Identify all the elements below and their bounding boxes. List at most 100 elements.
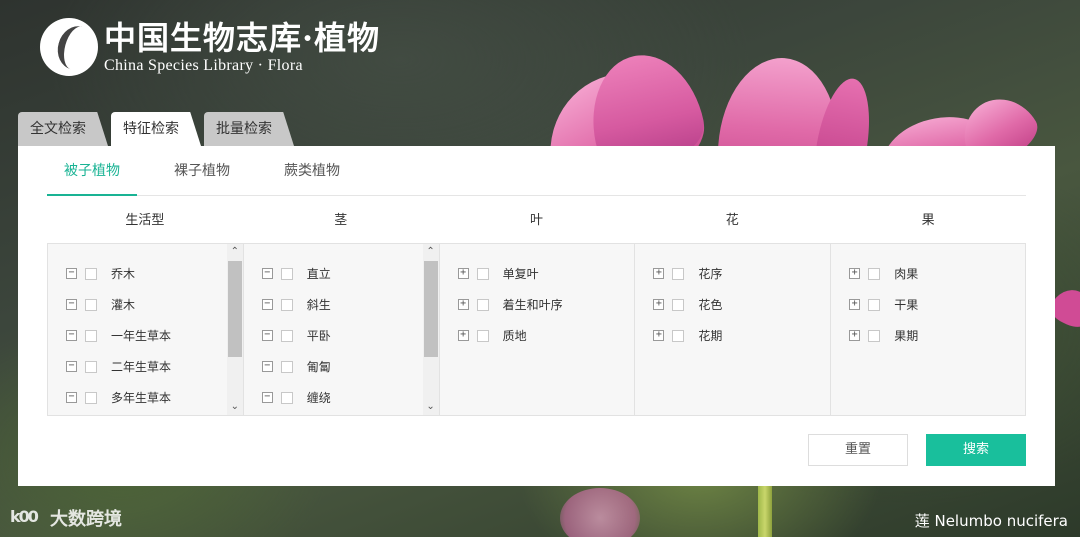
checkbox[interactable] [280,267,293,280]
tree-item[interactable]: − 乔木 [66,258,171,289]
reset-button[interactable]: 重置 [808,434,908,466]
expand-icon[interactable]: + [457,330,469,341]
tab-ferns[interactable]: 蕨类植物 [267,146,357,196]
column-stem: 茎 − 直立 − 斜生 − 平卧 − 匍匐 − 缠绕 ⌃ ⌄ [242,206,439,416]
collapse-icon[interactable]: − [261,299,273,310]
tree-item-label: 质地 [502,329,527,343]
tree-item-label: 果期 [894,329,919,343]
tree-item-label: 一年生草本 [111,329,172,343]
tree-item[interactable]: + 花期 [653,320,722,351]
checkbox[interactable] [476,267,489,280]
tree-item[interactable]: − 匍匐 [261,351,331,382]
collapse-icon[interactable]: − [261,330,273,341]
tree-item[interactable]: − 灌木 [66,289,171,320]
lotus-bud [560,488,640,537]
tree-item[interactable]: + 质地 [457,320,563,351]
feature-tree: − 乔木 − 灌木 − 一年生草本 − 二年生草本 − 多年生草本 ⌃ ⌄ [47,243,243,416]
expand-icon[interactable]: + [653,268,665,279]
tab-feature-search[interactable]: 特征检索 [111,112,201,146]
tree-item[interactable]: + 单复叶 [457,258,563,289]
checkbox[interactable] [672,298,685,311]
tab-batch-search[interactable]: 批量检索 [204,112,294,146]
lotus-stem [758,486,772,537]
search-panel: 被子植物 裸子植物 蕨类植物 生活型 − 乔木 − 灌木 − 一年生草本 − 二年生草本… [18,146,1055,486]
chevron-up-icon[interactable]: ⌃ [227,244,243,260]
logo-icon [40,18,98,76]
expand-icon[interactable]: + [849,299,861,310]
chevron-down-icon[interactable]: ⌄ [227,399,243,415]
expand-icon[interactable]: + [653,330,665,341]
tree-item[interactable]: + 花序 [653,258,722,289]
tree-item[interactable]: + 着生和叶序 [457,289,563,320]
collapse-icon[interactable]: − [66,330,77,341]
scrollbar-thumb[interactable] [423,261,438,357]
checkbox[interactable] [85,267,97,280]
expand-icon[interactable]: + [849,330,861,341]
expand-icon[interactable]: + [457,299,469,310]
collapse-icon[interactable]: − [66,361,77,372]
checkbox[interactable] [85,360,97,373]
checkbox[interactable] [280,391,293,404]
tree-item-label: 干果 [894,298,919,312]
checkbox[interactable] [672,267,685,280]
tree-item[interactable]: + 肉果 [849,258,918,289]
tree-item-label: 直立 [306,267,331,281]
collapse-icon[interactable]: − [66,299,77,310]
collapse-icon[interactable]: − [66,268,77,279]
tree-item-label: 花序 [698,267,723,281]
tree-item[interactable]: − 缠绕 [261,382,331,413]
checkbox[interactable] [868,298,881,311]
collapse-icon[interactable]: − [261,268,273,279]
tree-item[interactable]: + 果期 [849,320,918,351]
column-life-form: 生活型 − 乔木 − 灌木 − 一年生草本 − 二年生草本 − 多年生草本 ⌃ ⌄ [47,206,243,416]
scrollbar[interactable]: ⌃ ⌄ [226,244,243,415]
tree-item[interactable]: − 斜生 [261,289,331,320]
expand-icon[interactable]: + [653,299,665,310]
expand-icon[interactable]: + [849,268,861,279]
checkbox[interactable] [476,329,489,342]
tree-item[interactable]: + 干果 [849,289,918,320]
checkbox[interactable] [85,391,97,404]
tree-item-label: 花色 [698,298,723,312]
column-title: 花 [725,213,739,228]
site-logo[interactable]: 中国生物志库·植物 China Species Library · Flora [40,18,380,76]
checkbox[interactable] [280,329,293,342]
tree-item[interactable]: + 花色 [653,289,722,320]
checkbox[interactable] [476,298,489,311]
tree-item[interactable]: − 直立 [261,258,331,289]
tree-item[interactable]: − 平卧 [261,320,331,351]
checkbox[interactable] [85,298,97,311]
checkbox[interactable] [280,360,293,373]
feature-tree: − 直立 − 斜生 − 平卧 − 匍匐 − 缠绕 ⌃ ⌄ [242,243,439,416]
column-title: 叶 [529,213,543,228]
checkbox[interactable] [868,267,881,280]
plant-group-tabs: 被子植物 裸子植物 蕨类植物 [47,146,1026,196]
tree-item[interactable]: − 多年生草本 [66,382,171,413]
column-title: 果 [921,213,935,228]
search-button[interactable]: 搜索 [926,434,1026,466]
chevron-up-icon[interactable]: ⌃ [423,244,439,260]
tab-gymnosperms[interactable]: 裸子植物 [157,146,247,196]
photo-caption: 莲 Nelumbo nucifera [914,512,1068,530]
tree-item[interactable]: − 一年生草本 [66,320,171,351]
feature-tree: + 花序 + 花色 + 花期 [634,243,831,416]
collapse-icon[interactable]: − [66,392,77,403]
scrollbar[interactable]: ⌃ ⌄ [422,244,439,415]
checkbox[interactable] [672,329,685,342]
checkbox[interactable] [868,329,881,342]
tree-item-label: 多年生草本 [111,391,172,405]
column-title: 茎 [334,213,348,228]
tab-angiosperms[interactable]: 被子植物 [47,146,137,196]
checkbox[interactable] [85,329,97,342]
tree-item[interactable]: − 二年生草本 [66,351,171,382]
scrollbar-thumb[interactable] [227,261,242,357]
tab-fulltext-search[interactable]: 全文检索 [18,112,108,146]
watermark-text: 大数跨境 [50,509,122,530]
collapse-icon[interactable]: − [261,361,273,372]
expand-icon[interactable]: + [457,268,469,279]
collapse-icon[interactable]: − [261,392,273,403]
tree-item-label: 单复叶 [502,267,539,281]
chevron-down-icon[interactable]: ⌄ [423,399,439,415]
feature-tree: + 肉果 + 干果 + 果期 [830,243,1026,416]
checkbox[interactable] [280,298,293,311]
